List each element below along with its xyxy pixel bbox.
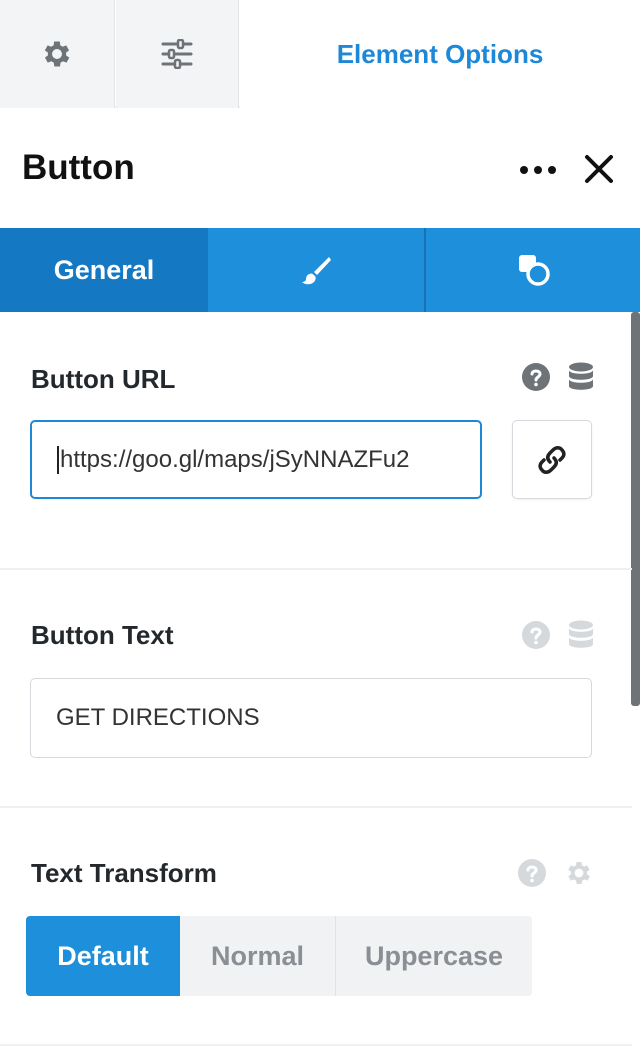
text-transform-segmented-control: Default Normal Uppercase bbox=[26, 916, 532, 996]
button-text-value: GET DIRECTIONS bbox=[56, 704, 260, 731]
help-icon[interactable] bbox=[518, 859, 546, 887]
button-url-label: Button URL bbox=[31, 364, 176, 394]
button-text-label: Button Text bbox=[31, 620, 174, 650]
shapes-icon bbox=[519, 255, 550, 286]
tab-element-options[interactable]: Element Options bbox=[240, 0, 640, 108]
top-toolbar: Element Options bbox=[0, 0, 640, 108]
button-url-actions bbox=[522, 362, 594, 392]
close-panel-button[interactable] bbox=[578, 148, 620, 190]
section-button-text: Button Text GET DIRECTIONS bbox=[0, 570, 632, 808]
insert-link-button[interactable] bbox=[512, 420, 592, 499]
button-text-input[interactable]: GET DIRECTIONS bbox=[30, 678, 592, 758]
panel-tabs: General bbox=[0, 228, 640, 312]
element-options-label: Element Options bbox=[336, 38, 544, 69]
help-icon[interactable] bbox=[522, 363, 550, 391]
link-icon bbox=[538, 445, 566, 474]
section-button-url: Button URL https://goo.gl/maps/jSyNNAZFu… bbox=[0, 312, 632, 570]
global-settings-button[interactable] bbox=[0, 0, 115, 108]
panel-title: Button bbox=[22, 148, 135, 187]
option-default[interactable]: Default bbox=[26, 916, 180, 996]
button-url-value: https://goo.gl/maps/jSyNNAZFu2 bbox=[60, 445, 410, 473]
tab-advanced[interactable] bbox=[428, 228, 640, 312]
database-icon[interactable] bbox=[568, 362, 594, 392]
button-url-input[interactable]: https://goo.gl/maps/jSyNNAZFu2 bbox=[30, 420, 482, 499]
close-icon bbox=[585, 155, 613, 183]
tab-general-label: General bbox=[53, 254, 155, 285]
sliders-icon bbox=[161, 39, 193, 69]
section-text-transform: Text Transform Default Normal Uppercase bbox=[0, 808, 632, 1046]
brush-icon bbox=[302, 257, 331, 285]
tab-general[interactable]: General bbox=[0, 228, 208, 312]
text-transform-actions bbox=[518, 858, 594, 888]
text-transform-label: Text Transform bbox=[31, 858, 217, 888]
element-settings-button[interactable] bbox=[116, 0, 239, 108]
more-options-button[interactable] bbox=[516, 150, 560, 190]
gear-icon[interactable] bbox=[564, 858, 594, 888]
database-icon[interactable] bbox=[568, 620, 594, 650]
more-horizontal-icon bbox=[520, 166, 556, 174]
button-text-actions bbox=[522, 620, 594, 650]
panel-scrollbar[interactable] bbox=[631, 312, 640, 706]
tab-style[interactable] bbox=[208, 228, 426, 312]
gear-icon bbox=[44, 41, 70, 67]
option-uppercase[interactable]: Uppercase bbox=[336, 916, 532, 996]
text-caret bbox=[57, 445, 59, 474]
help-icon[interactable] bbox=[522, 621, 550, 649]
option-normal[interactable]: Normal bbox=[180, 916, 336, 996]
